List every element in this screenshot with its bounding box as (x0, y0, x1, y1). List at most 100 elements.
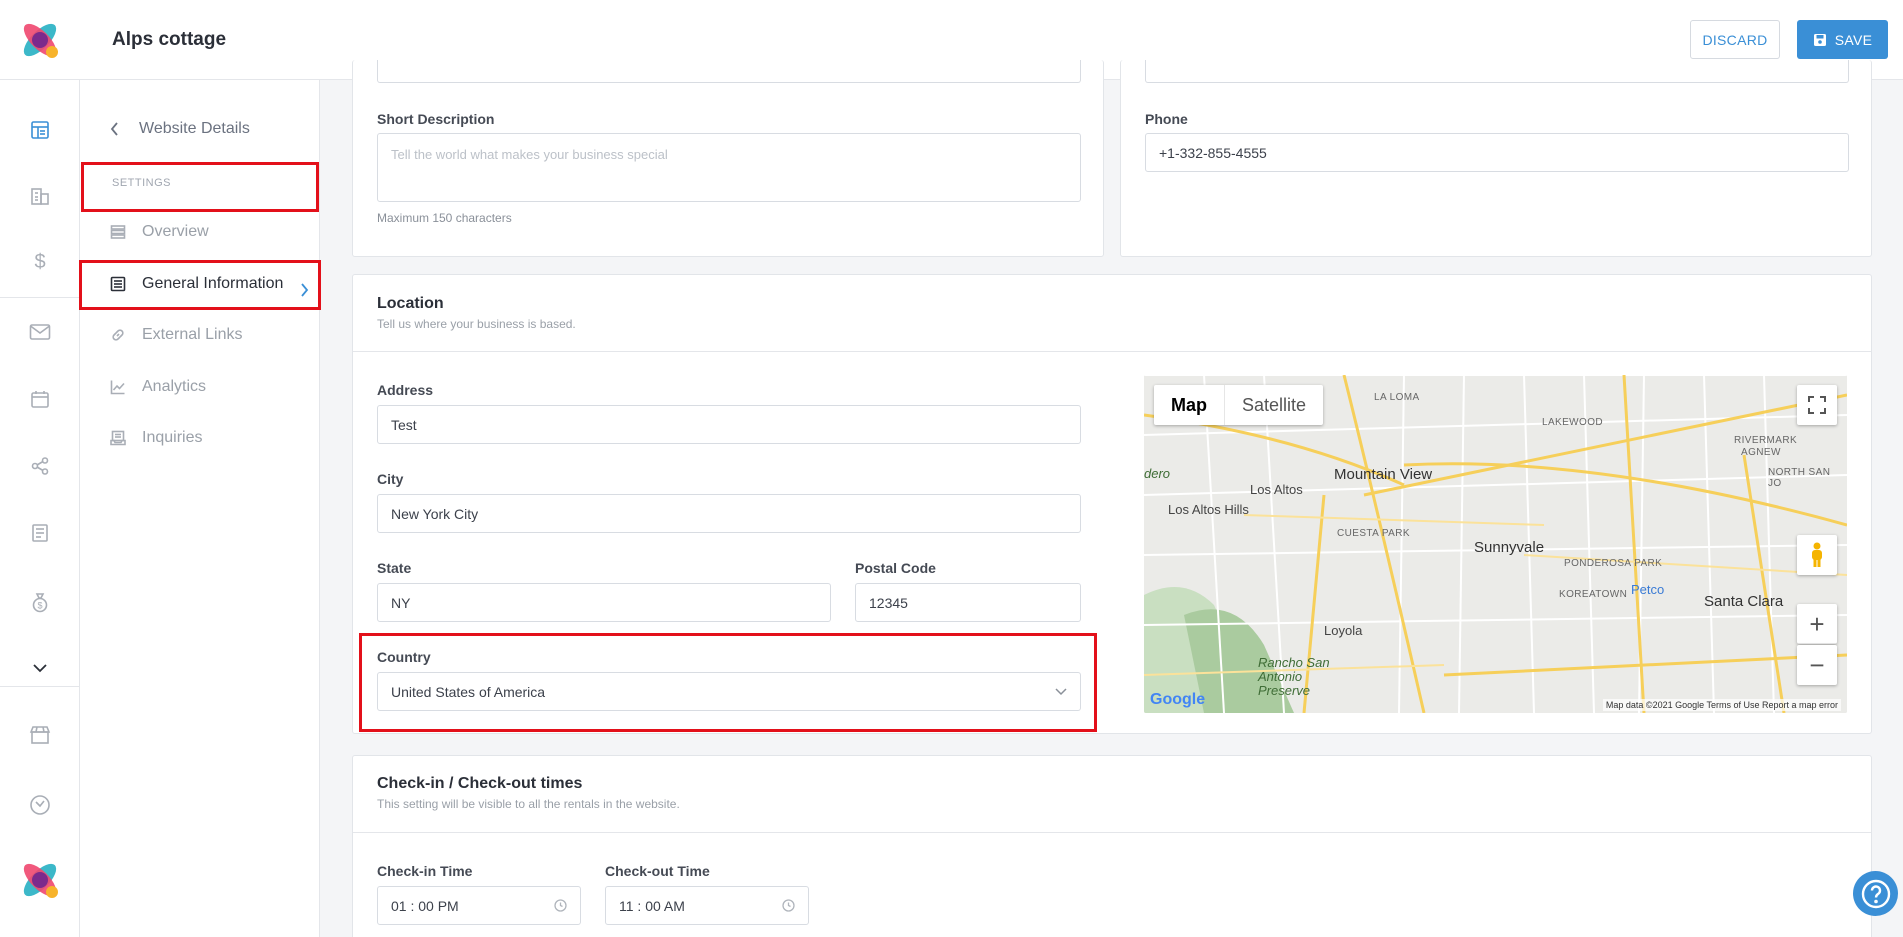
website-icon[interactable] (28, 118, 52, 142)
location-title: Location (377, 295, 444, 312)
state-label: State (377, 560, 412, 576)
map-label: NORTH SAN JO (1768, 467, 1831, 489)
chevron-down-icon (1055, 687, 1067, 695)
contact-card: Phone +1-332-855-4555 (1120, 60, 1872, 257)
postal-code-input[interactable]: 12345 (855, 583, 1081, 622)
city-label: City (377, 471, 404, 487)
checkin-time-label: Check-in Time (377, 863, 473, 879)
country-select[interactable]: United States of America (377, 672, 1081, 711)
page-title: Alps cottage (112, 29, 227, 50)
short-description-helper: Maximum 150 characters (377, 211, 512, 225)
clock-icon (554, 899, 567, 912)
phone-input[interactable]: +1-332-855-4555 (1145, 133, 1849, 172)
map-label: Sunnyvale (1474, 539, 1545, 556)
floppy-disk-icon (1813, 33, 1826, 46)
sidebar-item-analytics[interactable]: Analytics (110, 378, 310, 396)
inbox-icon (110, 430, 126, 446)
location-map[interactable]: Map Satellite + − Mountain View Los Alto… (1144, 375, 1847, 713)
postal-code-label: Postal Code (855, 560, 936, 576)
address-label: Address (377, 382, 434, 398)
user-avatar-icon[interactable] (18, 858, 62, 902)
sidebar-item-label: General Information (142, 275, 284, 292)
money-bag-icon[interactable]: $ (28, 590, 52, 614)
divider (353, 832, 1871, 833)
map-label: RIVERMARK (1734, 435, 1798, 446)
mail-icon[interactable] (28, 320, 52, 344)
checkin-time-value: 01 : 00 PM (391, 897, 459, 914)
discard-button[interactable]: DISCARD (1690, 20, 1780, 59)
map-tab-map[interactable]: Map (1154, 385, 1224, 425)
clock-icon (782, 899, 795, 912)
checkin-card: Check-in / Check-out times This setting … (352, 755, 1872, 937)
save-button-label: SAVE (1834, 31, 1873, 48)
calendar-icon[interactable] (28, 387, 52, 411)
list-icon (110, 276, 126, 292)
checkin-title: Check-in / Check-out times (377, 775, 583, 792)
sidebar-item-general-information[interactable]: General Information (110, 275, 310, 293)
chevron-down-icon[interactable] (28, 656, 52, 680)
sidebar-item-external-links[interactable]: External Links (110, 326, 310, 344)
map-label: KOREATOWN (1559, 589, 1628, 600)
icon-rail: $ $ (0, 80, 80, 937)
layers-icon (110, 225, 126, 239)
checkout-time-label: Check-out Time (605, 863, 710, 879)
settings-icon[interactable] (28, 793, 52, 817)
map-tab-satellite[interactable]: Satellite (1224, 385, 1323, 425)
building-icon[interactable] (28, 184, 52, 208)
fullscreen-icon[interactable] (1797, 385, 1837, 425)
sidebar-item-label: Inquiries (142, 429, 203, 446)
map-label: LA LOMA (1374, 392, 1420, 403)
checkout-time-input[interactable]: 11 : 00 AM (605, 886, 809, 925)
zoom-in-icon[interactable]: + (1797, 604, 1837, 644)
previous-field-right[interactable] (1145, 60, 1849, 83)
street-view-pegman-icon[interactable] (1797, 535, 1837, 575)
help-button[interactable] (1853, 871, 1898, 916)
dollar-icon[interactable]: $ (28, 250, 52, 274)
map-label: AGNEW (1741, 447, 1781, 458)
checkin-subtitle: This setting will be visible to all the … (377, 797, 680, 811)
phone-label: Phone (1145, 111, 1188, 127)
svg-text:$: $ (37, 601, 42, 611)
settings-sidebar: Website Details SETTINGS Overview Genera… (80, 80, 320, 937)
checkin-time-input[interactable]: 01 : 00 PM (377, 886, 581, 925)
country-label: Country (377, 649, 431, 665)
state-input[interactable]: NY (377, 583, 831, 622)
previous-field[interactable] (377, 60, 1081, 83)
map-type-tabs: Map Satellite (1154, 385, 1324, 425)
receipt-icon[interactable] (28, 521, 52, 545)
description-card: Short Description Tell the world what ma… (352, 60, 1104, 257)
chevron-left-icon (110, 122, 118, 136)
sidebar-item-label: Overview (142, 223, 209, 240)
sidebar-item-overview[interactable]: Overview (110, 223, 310, 241)
city-input[interactable]: New York City (377, 494, 1081, 533)
link-icon (112, 329, 124, 341)
google-logo: Google (1150, 691, 1206, 708)
map-label: Loyola (1324, 623, 1363, 638)
checkout-time-value: 11 : 00 AM (619, 897, 685, 914)
map-attribution[interactable]: Map data ©2021 Google Terms of Use Repor… (1602, 699, 1841, 711)
map-label: Los Altos Hills (1168, 502, 1249, 517)
map-label: Los Altos (1250, 482, 1303, 497)
short-description-label: Short Description (377, 111, 495, 127)
map-label: LAKEWOOD (1542, 417, 1603, 428)
back-to-website-details[interactable]: Website Details (110, 120, 250, 138)
share-icon[interactable] (28, 454, 52, 478)
back-label: Website Details (139, 120, 250, 137)
address-input[interactable]: Test (377, 405, 1081, 444)
zoom-out-icon[interactable]: − (1797, 645, 1837, 685)
chevron-right-icon (301, 283, 309, 297)
map-label: Rancho San Antonio Preserve (1258, 655, 1330, 698)
location-subtitle: Tell us where your business is based. (377, 317, 576, 331)
question-mark-icon (1861, 879, 1890, 908)
save-button[interactable]: SAVE (1797, 20, 1888, 59)
map-label: Mountain View (1334, 466, 1433, 483)
store-icon[interactable] (28, 723, 52, 747)
app-logo-icon[interactable] (18, 18, 62, 62)
sidebar-item-label: External Links (142, 326, 243, 343)
country-value: United States of America (391, 683, 546, 700)
short-description-input[interactable]: Tell the world what makes your business … (377, 133, 1081, 202)
settings-section-label: SETTINGS (112, 177, 172, 189)
sidebar-item-inquiries[interactable]: Inquiries (110, 429, 310, 447)
map-label: PONDEROSA PARK (1564, 558, 1663, 569)
map-label: Santa Clara (1704, 593, 1784, 610)
